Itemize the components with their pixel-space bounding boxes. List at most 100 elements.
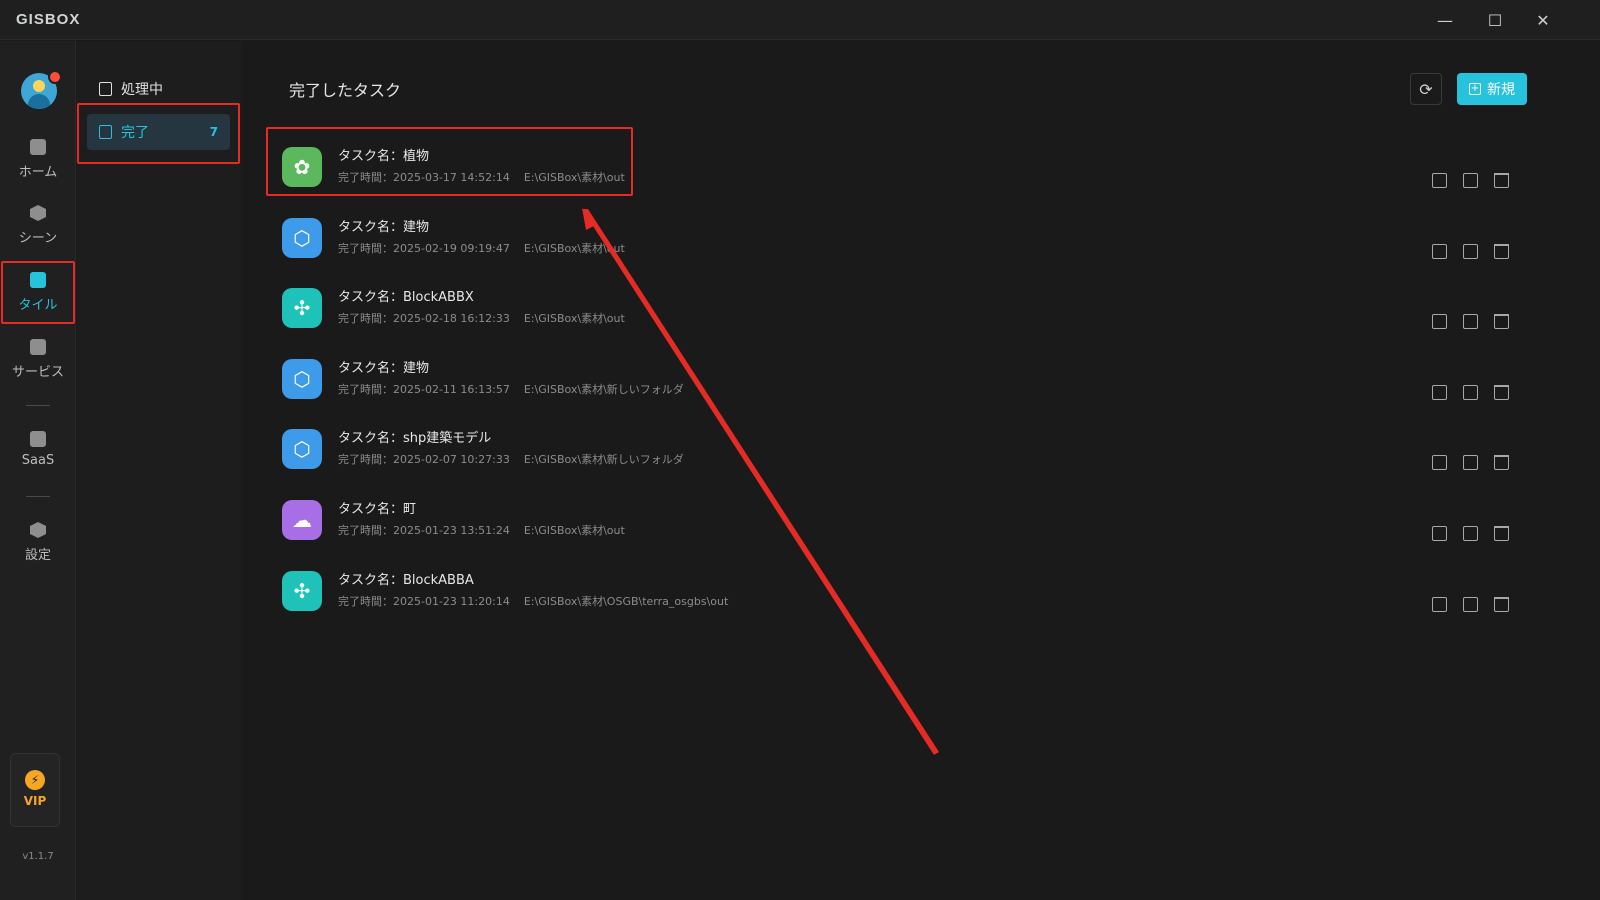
notification-badge xyxy=(48,70,62,84)
task-name: タスク名：植物 xyxy=(338,149,430,164)
file-icon[interactable] xyxy=(1463,526,1478,541)
saas-icon xyxy=(30,431,46,447)
cube-icon: ⬡ xyxy=(282,429,322,470)
publish-icon[interactable] xyxy=(1432,455,1447,471)
new-task-button[interactable]: + 新規 xyxy=(1457,73,1527,105)
sidebar-item-home[interactable]: ホーム xyxy=(0,139,76,180)
done-count-badge: 7 xyxy=(209,125,218,139)
sidebar-item-tile[interactable]: タイル xyxy=(0,272,76,313)
sidebar-item-label: タイル xyxy=(18,298,58,313)
file-icon[interactable] xyxy=(1463,455,1478,471)
new-button-label: 新規 xyxy=(1487,82,1515,98)
avatar-head xyxy=(33,80,45,92)
sidebar-item-service[interactable]: サービス xyxy=(0,339,76,380)
task-name: タスク名：shp建築モデル xyxy=(338,431,492,447)
refresh-icon: ⟳ xyxy=(1419,79,1433,99)
publish-icon[interactable] xyxy=(1432,243,1447,259)
task-actions xyxy=(1432,384,1509,400)
publish-icon[interactable] xyxy=(1432,526,1447,541)
tile-icon xyxy=(30,272,46,288)
version-label: v1.1.7 xyxy=(22,851,54,862)
app-logo: GISBOX xyxy=(16,11,81,28)
task-row[interactable]: ⬡ タスク名：shp建築モデル完了時間：2025-02-07 10:27:33 E:… xyxy=(282,417,1542,481)
task-status-nav: 処理中 完了 7 xyxy=(77,41,242,900)
publish-icon[interactable] xyxy=(1432,384,1447,400)
file-icon[interactable] xyxy=(1463,596,1478,612)
task-output-path: E:\GISBox\素材\新しいフォルダ xyxy=(523,453,684,467)
drone-icon: ✣ xyxy=(282,288,322,329)
task-row[interactable]: ✿ タスク名：植物完了時間：2025-03-17 14:52:14 E:\GISBo… xyxy=(282,135,1542,199)
task-completed-time: 完了時間：2025-01-23 11:20:14 xyxy=(338,594,510,608)
vip-button[interactable]: ⚡ VIP xyxy=(10,753,60,827)
file-icon xyxy=(99,82,112,96)
task-row[interactable]: ✣ タスク名：BlockABBX 完了時間：2025-02-18 16:12:33 E… xyxy=(282,276,1542,340)
task-meta: 完了時間：2025-02-19 09:19:47 E:\GISBox\素材\out xyxy=(338,240,625,256)
task-output-path: E:\GISBox\素材\out xyxy=(523,171,625,184)
task-row[interactable]: ⬡ タスク名：建物 完了時間：2025-02-11 16:13:57 E:\GISBo… xyxy=(282,347,1542,411)
trash-icon[interactable] xyxy=(1494,384,1509,400)
tab-done[interactable]: 完了 7 xyxy=(87,114,230,150)
tab-label: 完了 xyxy=(121,125,149,141)
sidebar-item-scene[interactable]: シーン xyxy=(0,205,76,246)
publish-icon[interactable] xyxy=(1432,173,1447,188)
sidebar-divider xyxy=(26,496,50,497)
trash-icon[interactable] xyxy=(1494,243,1509,259)
task-completed-time: 完了時間：2025-02-18 16:12:33 xyxy=(338,312,510,326)
task-row[interactable]: ☁ タスク名：町 完了時間：2025-01-23 13:51:24 E:\GISBox… xyxy=(282,488,1542,552)
file-icon[interactable] xyxy=(1463,173,1478,188)
file-icon[interactable] xyxy=(1463,243,1478,259)
task-meta: 完了時間：2025-01-23 11:20:14 E:\GISBox\素材\OSG… xyxy=(338,593,728,609)
plus-icon: + xyxy=(1469,83,1481,95)
trash-icon[interactable] xyxy=(1494,455,1509,471)
file-icon[interactable] xyxy=(1463,384,1478,400)
sidebar-item-label: 設定 xyxy=(24,548,51,563)
trash-icon[interactable] xyxy=(1494,314,1509,330)
sidebar-item-label: サービス xyxy=(11,365,64,380)
trash-icon[interactable] xyxy=(1494,596,1509,612)
task-row[interactable]: ⬡ タスク名：建物 完了時間：2025-02-19 09:19:47 E:\GISBo… xyxy=(282,206,1542,270)
maximize-button[interactable]: ☐ xyxy=(1482,8,1508,32)
task-row[interactable]: ✣ タスク名：BlockABBA 完了時間：2025-01-23 11:20:14 E… xyxy=(282,559,1542,623)
lightning-icon: ⚡ xyxy=(25,770,45,790)
settings-icon xyxy=(30,522,46,538)
task-completed-time: 完了時間：2025-01-23 13:51:24 xyxy=(338,524,510,537)
sidebar-item-settings[interactable]: 設定 xyxy=(0,522,76,563)
publish-icon[interactable] xyxy=(1432,314,1447,330)
home-icon xyxy=(30,139,46,155)
main-content: 完了したタスク ⟳ + 新規 ✿ タスク名：植物 完了時間：2025-03-17 1… xyxy=(242,41,1600,900)
task-actions xyxy=(1432,243,1509,259)
title-bar: GISBOX — ☐ ✕ xyxy=(0,0,1600,40)
task-name: タスク名：BlockABBA xyxy=(338,572,474,588)
task-completed-time: 完了時間：2025-03-17 14:52:14 xyxy=(338,171,510,184)
vip-label: VIP xyxy=(23,794,47,808)
task-actions xyxy=(1432,314,1509,330)
file-icon[interactable] xyxy=(1463,314,1478,330)
file-check-icon xyxy=(99,125,112,139)
sidebar-item-label: シーン xyxy=(18,231,58,246)
trash-icon[interactable] xyxy=(1494,173,1509,188)
refresh-button[interactable]: ⟳ xyxy=(1410,73,1442,105)
task-meta: 完了時間：2025-03-17 14:52:14 E:\GISBox\素材\out xyxy=(338,169,625,185)
trash-icon[interactable] xyxy=(1494,526,1509,541)
publish-icon[interactable] xyxy=(1432,596,1447,612)
task-completed-time: 完了時間：2025-02-19 09:19:47 xyxy=(338,241,510,255)
plant-icon: ✿ xyxy=(282,147,322,187)
task-name: タスク名：町 xyxy=(338,502,417,517)
minimize-button[interactable]: — xyxy=(1432,8,1458,32)
sidebar-item-label: ホーム xyxy=(18,165,58,180)
task-output-path: E:\GISBox\素材\out xyxy=(523,241,625,255)
sidebar-item-saas[interactable]: SaaS xyxy=(0,431,76,468)
task-meta: 完了時間：2025-01-23 13:51:24 E:\GISBox\素材\out xyxy=(338,522,625,538)
task-output-path: E:\GISBox\素材\OSGB\terra_osgbs\out xyxy=(523,594,729,608)
close-button[interactable]: ✕ xyxy=(1530,8,1556,32)
task-actions xyxy=(1432,173,1509,188)
task-meta: 完了時間：2025-02-11 16:13:57 E:\GISBox\素材\新しい… xyxy=(338,381,684,397)
task-meta: 完了時間：2025-02-07 10:27:33 E:\GISBox\素材\新しい… xyxy=(338,451,684,467)
main-sidebar: ホーム シーン タイル サービス SaaS 設定 ⚡ VIP v1.1.7 xyxy=(0,41,76,900)
task-completed-time: 完了時間：2025-02-11 16:13:57 xyxy=(338,382,510,396)
tab-processing[interactable]: 処理中 xyxy=(87,71,230,107)
task-meta: 完了時間：2025-02-18 16:12:33 E:\GISBox\素材\out xyxy=(338,310,625,326)
sidebar-item-label: SaaS xyxy=(21,453,55,468)
task-completed-time: 完了時間：2025-02-07 10:27:33 xyxy=(338,453,510,467)
task-name: タスク名：建物 xyxy=(338,219,430,235)
